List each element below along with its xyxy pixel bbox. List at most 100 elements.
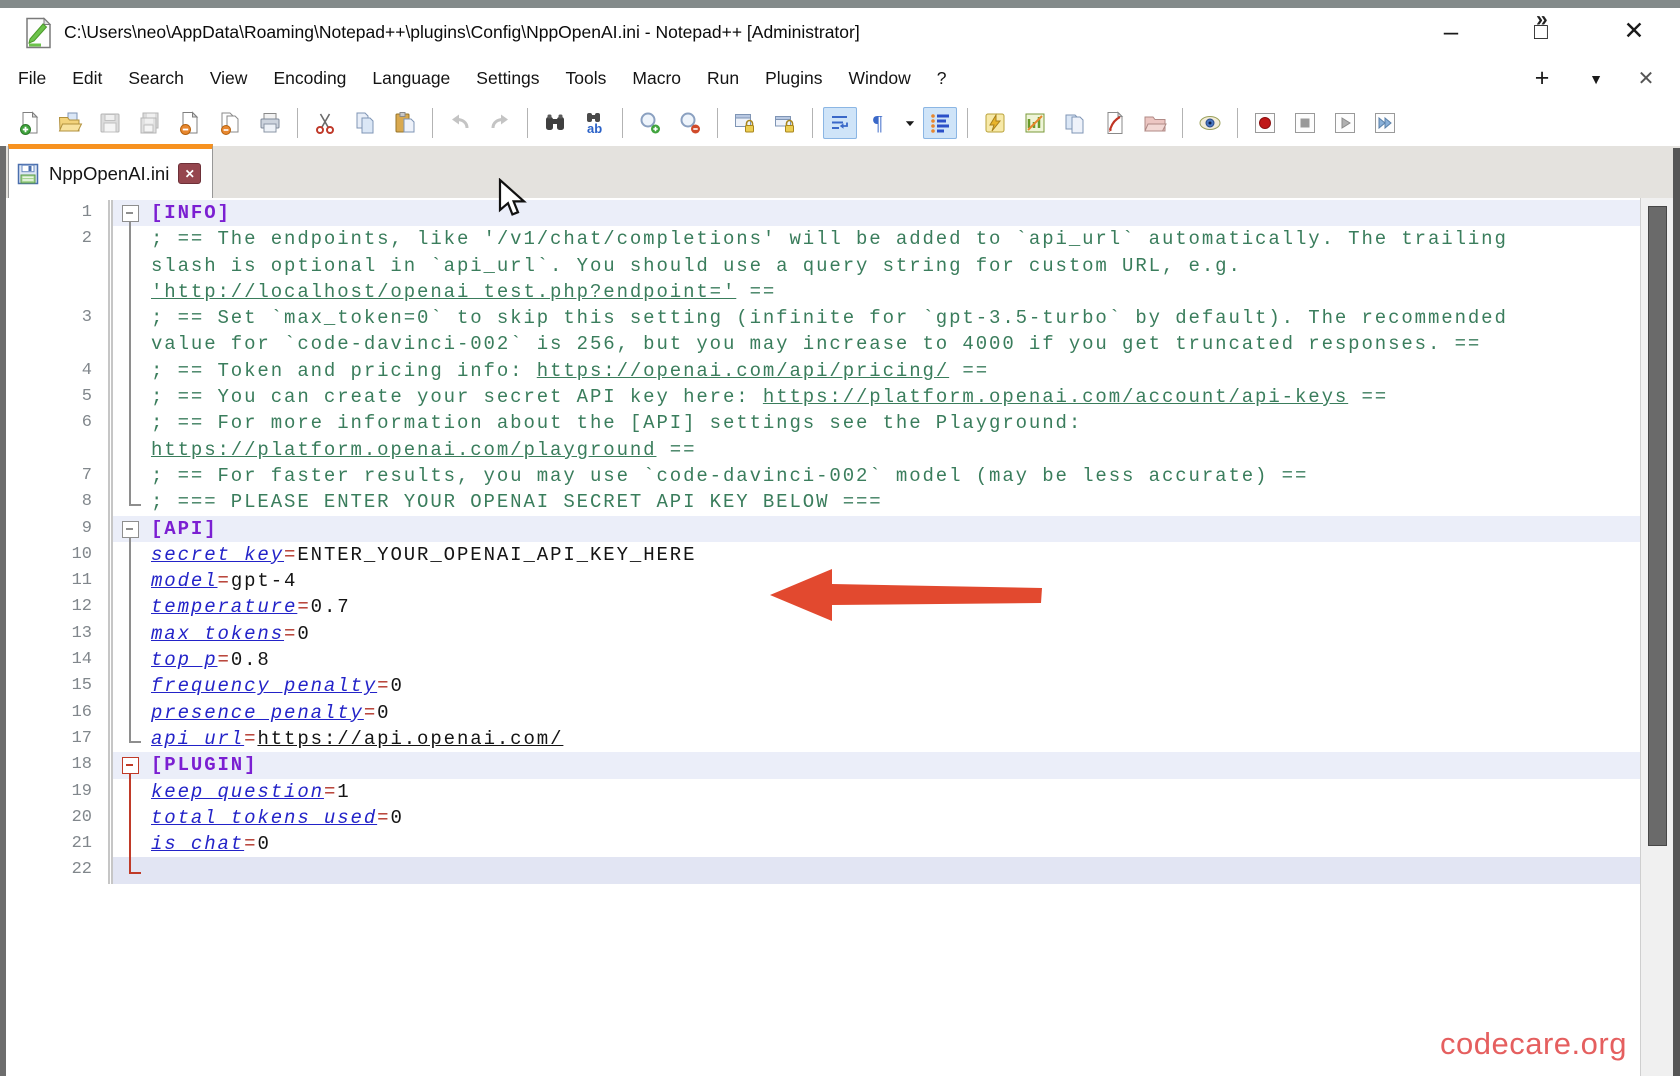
line-text[interactable]: ; == You can create your secret API key … [149,384,1640,410]
line-text[interactable]: top_p=0.8 [149,647,1640,673]
open-file-button[interactable] [53,107,87,139]
link-text[interactable]: https://api.openai.com/ [257,728,563,750]
cut-button[interactable] [308,107,342,139]
tab-list-dropdown-icon[interactable]: ▼ [1576,57,1616,100]
line-text[interactable]: ; == The endpoints, like '/v1/chat/compl… [149,226,1640,305]
line-text[interactable]: api_url=https://api.openai.com/ [149,726,1640,752]
menu-run[interactable]: Run [694,63,752,94]
link-text[interactable]: https://openai.com/api/pricing/ [537,360,949,382]
macro-stop-button[interactable] [1288,107,1322,139]
close-window-button[interactable]: ✕ [1608,10,1660,52]
line-text[interactable]: frequency_penalty=0 [149,673,1640,699]
find-button[interactable] [538,107,572,139]
plugin-statistics-button[interactable] [1018,107,1052,139]
menu-help[interactable]: ? [924,63,960,94]
line-text[interactable] [149,857,1640,883]
tab-nppopenai-ini[interactable]: NppOpenAI.ini ✕ [8,144,213,198]
copy-button[interactable] [348,107,382,139]
code-text: 0 [297,623,310,645]
line-text[interactable]: ; == For more information about the [API… [149,410,1640,463]
word-wrap-button[interactable] [823,107,857,139]
editor-line-7: 7; == For faster results, you may use `c… [6,463,1640,489]
sync-vertical-scrolling-button[interactable] [728,107,762,139]
new-file-button[interactable] [13,107,47,139]
toolbar-overflow-chevron[interactable]: » [1536,8,1548,32]
menu-encoding[interactable]: Encoding [260,63,359,94]
undo-button[interactable] [443,107,477,139]
link-text[interactable]: 'http://localhost/openai_test.php?endpoi… [151,281,736,303]
fold-guide-line [113,568,149,594]
fold-toggle[interactable] [113,200,149,226]
menu-view[interactable]: View [197,63,261,94]
redo-button[interactable] [483,107,517,139]
line-text[interactable]: is_chat=0 [149,831,1640,857]
code-text: [INFO] [151,202,231,224]
scrollbar-thumb[interactable] [1648,206,1667,846]
menu-window[interactable]: Window [836,63,924,94]
toolbar-separator [297,108,298,138]
line-text[interactable]: ; == For faster results, you may use `co… [149,463,1640,489]
macro-run-multiple-button[interactable] [1368,107,1402,139]
fold-toggle[interactable] [113,516,149,542]
close-tab-icon[interactable]: ✕ [1626,57,1666,100]
plugin-stacked-docs-button[interactable] [1058,107,1092,139]
menu-macro[interactable]: Macro [619,63,694,94]
caret-down-icon [901,110,919,136]
pink-folder-icon [1142,110,1168,136]
line-body: [API] [113,516,1640,542]
link-text[interactable]: https://platform.openai.com/playground [151,439,656,461]
menu-plugins[interactable]: Plugins [752,63,835,94]
menu-search[interactable]: Search [115,63,196,94]
plugin-edit-config-button[interactable] [1098,107,1132,139]
plugin-chat-settings-button[interactable] [978,107,1012,139]
menu-language[interactable]: Language [359,63,463,94]
close-document-button[interactable] [173,107,207,139]
menu-file[interactable]: File [5,63,59,94]
show-all-characters-button[interactable]: ¶ [863,107,897,139]
sync-horizontal-scrolling-button[interactable] [768,107,802,139]
line-number: 14 [6,647,113,673]
print-button[interactable] [253,107,287,139]
view-monitoring-button[interactable] [1193,107,1227,139]
line-text[interactable]: keep_question=1 [149,779,1640,805]
replace-button[interactable]: ab [578,107,612,139]
plugin-open-folder-button[interactable] [1138,107,1172,139]
editor-line-21: 21is_chat=0 [6,831,1640,857]
close-all-documents-button[interactable] [213,107,247,139]
line-text[interactable]: ; == Token and pricing info: https://ope… [149,358,1640,384]
macro-record-button[interactable] [1248,107,1282,139]
line-text[interactable]: ; == Set `max_token=0` to skip this sett… [149,305,1640,358]
code-text: == [1348,386,1388,408]
fold-toggle[interactable] [113,752,149,778]
menu-settings[interactable]: Settings [463,63,552,94]
menu-tools[interactable]: Tools [553,63,620,94]
menu-edit[interactable]: Edit [59,63,115,94]
vertical-scrollbar[interactable] [1640,198,1674,1076]
document-list-button[interactable] [923,107,957,139]
line-text[interactable]: total_tokens_used=0 [149,805,1640,831]
fold-collapse-icon[interactable] [122,205,139,222]
line-text[interactable]: [API] [149,516,1640,542]
minimize-button[interactable]: – [1425,10,1477,52]
zoom-in-button[interactable] [633,107,667,139]
undo-arrow-icon [447,110,473,136]
fold-guide-line [113,805,149,831]
line-text[interactable]: ; === PLEASE ENTER YOUR OPENAI SECRET AP… [149,489,1640,515]
tab-close-icon[interactable]: ✕ [178,163,201,184]
line-text[interactable]: [PLUGIN] [149,752,1640,778]
fold-collapse-icon[interactable] [122,521,139,538]
line-text[interactable]: presence_penalty=0 [149,700,1640,726]
new-tab-button[interactable]: + [1522,57,1562,100]
save-all-button[interactable] [133,107,167,139]
fold-collapse-icon[interactable] [122,757,139,774]
zoom-out-button[interactable] [673,107,707,139]
code-text: = [284,623,297,645]
link-text[interactable]: https://platform.openai.com/account/api-… [763,386,1348,408]
show-symbol-dropdown-button[interactable] [901,107,919,139]
macro-playback-button[interactable] [1328,107,1362,139]
editor-line-18: 18[PLUGIN] [6,752,1640,778]
line-text[interactable]: [INFO] [149,200,1640,226]
editor-area[interactable]: 1[INFO]2; == The endpoints, like '/v1/ch… [6,198,1680,1076]
save-button[interactable] [93,107,127,139]
paste-button[interactable] [388,107,422,139]
